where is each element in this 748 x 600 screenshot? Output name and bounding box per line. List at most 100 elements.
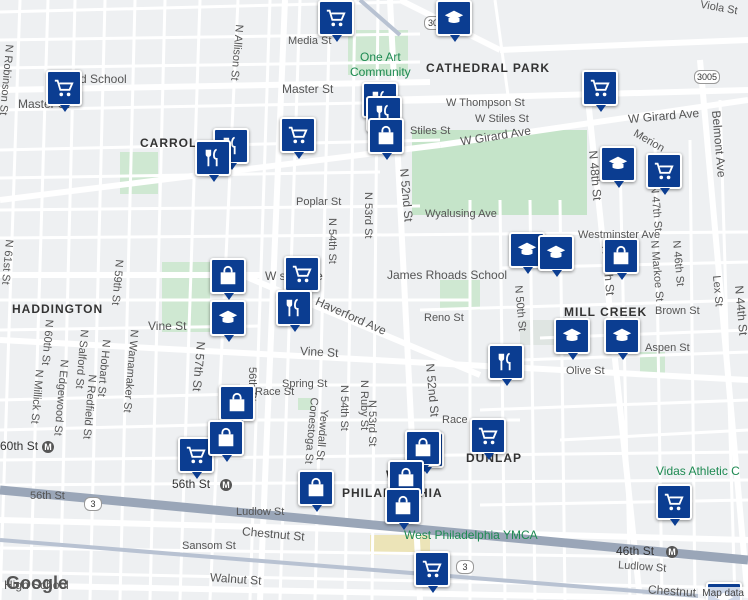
- neighborhood-carroll: CARROL: [140, 136, 198, 150]
- street-label-56th-horizontal: 56th St: [30, 490, 65, 502]
- shopping-bag-icon: [229, 392, 245, 412]
- street-label-ludlow-1: Ludlow St: [236, 506, 285, 518]
- graduation-cap-icon: [562, 328, 582, 342]
- school-marker[interactable]: [600, 146, 636, 188]
- neighborhood-cathedral-park: CATHEDRAL PARK: [426, 61, 550, 75]
- street-label-brown: Brown St: [655, 305, 700, 317]
- school-marker[interactable]: [554, 318, 590, 360]
- shopping-cart-marker[interactable]: [582, 70, 618, 112]
- metro-icon: M: [666, 546, 678, 558]
- place-vidas-athletic[interactable]: Vidas Athletic C: [656, 464, 740, 478]
- google-logo: Google: [6, 573, 68, 593]
- shopping-cart-icon: [292, 265, 312, 283]
- shopping-cart-marker[interactable]: [656, 484, 692, 526]
- shopping-cart-icon: [422, 560, 442, 578]
- school-marker[interactable]: [538, 235, 574, 277]
- shopping-bag-icon: [395, 495, 411, 515]
- shopping-bag-marker[interactable]: [298, 470, 334, 512]
- street-label-n54b: N 54th St: [338, 385, 350, 431]
- graduation-cap-icon: [608, 156, 628, 170]
- shopping-bag-marker[interactable]: [210, 258, 246, 300]
- school-marker[interactable]: [210, 300, 246, 342]
- metro-icon: M: [220, 479, 232, 491]
- street-label-aspen: Aspen St: [645, 342, 690, 354]
- street-label-n44: N 44th St: [732, 284, 748, 336]
- shopping-cart-marker[interactable]: [280, 117, 316, 159]
- shopping-cart-icon: [654, 162, 674, 180]
- fork-knife-icon: [286, 298, 299, 317]
- shopping-bag-icon: [218, 427, 234, 447]
- map-data-credit[interactable]: Map data: [698, 587, 748, 600]
- street-label-wyalusing: Wyalusing Ave: [425, 208, 497, 220]
- street-label-walnut: Walnut St: [209, 570, 263, 588]
- street-label-reno: Reno St: [424, 312, 464, 324]
- street-label-chestnut-2: Chestnut: [647, 582, 697, 600]
- street-label-sansom: Sansom St: [182, 540, 236, 552]
- station-60th-st[interactable]: 60th St: [0, 440, 38, 452]
- street-label-race-2: Race: [442, 414, 468, 426]
- shopping-bag-marker[interactable]: [368, 118, 404, 160]
- fork-knife-icon: [205, 148, 218, 167]
- restaurant-marker[interactable]: [195, 140, 231, 182]
- shopping-cart-marker[interactable]: [46, 70, 82, 112]
- street-label-ruby: N Ruby St: [358, 380, 370, 431]
- shopping-bag-icon: [378, 125, 394, 145]
- fork-knife-icon: [498, 352, 511, 371]
- graduation-cap-icon: [218, 310, 238, 324]
- shopping-bag-icon: [220, 265, 236, 285]
- school-marker[interactable]: [604, 318, 640, 360]
- school-marker[interactable]: [436, 0, 472, 42]
- station-46th-st[interactable]: 46th St: [616, 545, 654, 557]
- shopping-bag-marker[interactable]: [603, 238, 639, 280]
- route-shield-3005: 3005: [694, 70, 720, 84]
- restaurant-marker[interactable]: [276, 290, 312, 332]
- shopping-cart-icon: [326, 9, 346, 27]
- place-community[interactable]: Community: [350, 65, 411, 79]
- restaurant-marker[interactable]: [488, 344, 524, 386]
- graduation-cap-icon: [444, 10, 464, 24]
- shopping-cart-marker[interactable]: [284, 256, 320, 298]
- shopping-cart-icon: [54, 79, 74, 97]
- shopping-cart-marker[interactable]: [470, 418, 506, 460]
- route-shield-3b: 3: [456, 560, 474, 574]
- street-label-race-1: Race St: [255, 386, 295, 398]
- street-label-thompson: W Thompson St: [446, 97, 525, 109]
- shopping-cart-icon: [186, 446, 206, 464]
- station-56th-st[interactable]: 56th St: [172, 478, 210, 490]
- place-west-philadelphia-ymca[interactable]: West Philadelphia YMCA: [404, 528, 538, 542]
- place-one-art[interactable]: One Art: [360, 50, 401, 64]
- neighborhood-mill-creek: MILL CREEK: [564, 305, 648, 319]
- shopping-bag-icon: [398, 467, 414, 487]
- route-shield-3: 3: [84, 497, 102, 511]
- place-james-rhoads-school[interactable]: James Rhoads School: [387, 268, 507, 282]
- shopping-cart-marker[interactable]: [318, 0, 354, 42]
- shopping-bag-marker[interactable]: [208, 420, 244, 462]
- street-label-poplar: Poplar St: [296, 196, 342, 208]
- street-label-n54: N 54th St: [326, 218, 338, 264]
- shopping-cart-icon: [664, 493, 684, 511]
- street-label-n53: N 53rd St: [362, 192, 374, 239]
- neighborhood-haddington: HADDINGTON: [12, 302, 104, 316]
- shopping-cart-icon: [590, 79, 610, 97]
- street-label-w-stiles: W Stiles St: [475, 113, 529, 125]
- shopping-bag-icon: [308, 477, 324, 497]
- shopping-cart-marker[interactable]: [646, 153, 682, 195]
- street-label-vine-2: Vine St: [299, 344, 339, 360]
- graduation-cap-icon: [517, 242, 537, 256]
- place-d-school[interactable]: d School: [80, 72, 127, 86]
- metro-icon: M: [42, 441, 54, 453]
- street-label-media: Media St: [288, 35, 332, 47]
- shopping-cart-icon: [288, 126, 308, 144]
- graduation-cap-icon: [612, 328, 632, 342]
- graduation-cap-icon: [546, 245, 566, 259]
- shopping-bag-icon: [613, 245, 629, 265]
- street-label-olive: Olive St: [566, 365, 605, 377]
- shopping-cart-icon: [478, 427, 498, 445]
- shopping-bag-marker[interactable]: [219, 385, 255, 427]
- street-label-vine-1: Vine St: [148, 319, 187, 333]
- shopping-bag-marker[interactable]: [385, 488, 421, 530]
- shopping-cart-marker[interactable]: [414, 551, 450, 593]
- map[interactable]: Media St Master St Master St W Thompson …: [0, 0, 748, 600]
- street-label-master: Master St: [282, 82, 334, 96]
- shopping-bag-icon: [415, 437, 431, 457]
